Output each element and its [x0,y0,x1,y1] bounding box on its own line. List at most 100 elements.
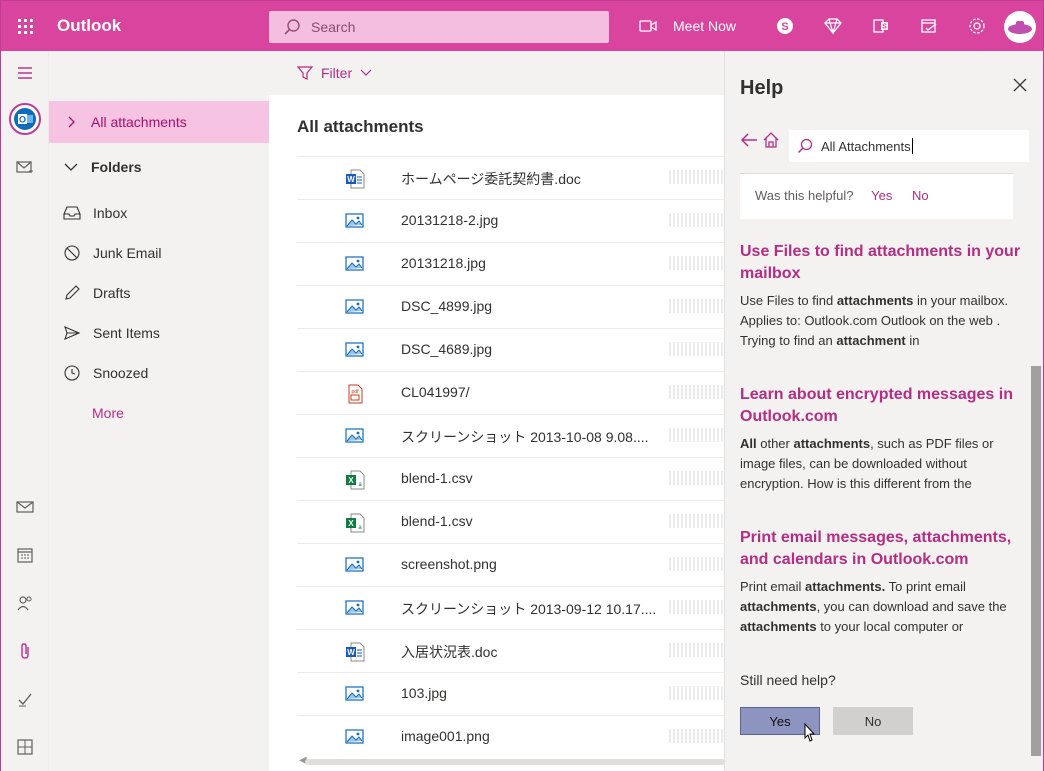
file-row[interactable]: screenshot.png [297,543,724,586]
folder-all-attachments[interactable]: All attachments [49,101,269,143]
file-row[interactable]: pdf CL041997/ [297,371,724,414]
file-row[interactable]: DSC_4899.jpg [297,285,724,328]
help-article-title[interactable]: Use Files to find attachments in your ma… [740,241,1025,285]
collapse-nav-button[interactable] [1,53,49,93]
back-arrow-icon[interactable] [740,132,758,148]
word-file-icon: W [345,169,365,189]
file-row[interactable]: W ホームページ委託契約書.doc [297,156,724,199]
redacted-sender [669,428,724,442]
skype-button[interactable]: S [761,1,809,51]
file-row[interactable]: スクリーンショット 2013-10-08 9.08.... [297,414,724,457]
file-name: DSC_4899.jpg [401,298,493,314]
help-article: Learn about encrypted messages in Outloo… [740,384,1025,494]
help-search-value: All Attachments [821,138,911,154]
list-title: All attachments [297,117,424,136]
folders-heading[interactable]: Folders [49,147,269,187]
file-name: 20131218-2.jpg [401,212,499,228]
help-article-title[interactable]: Print email messages, attachments, and c… [740,527,1025,571]
new-mail-rail-button[interactable] [1,147,49,187]
attachments-main: Filter All attachments W ホームページ委託契約書.doc 2… [269,51,724,771]
mouse-cursor-icon [804,723,816,742]
app-launcher-button[interactable] [1,1,49,51]
folder-inbox[interactable]: Inbox [49,193,269,233]
todo-rail-button[interactable] [1,679,49,719]
file-name: DSC_4689.jpg [401,341,493,357]
redacted-sender [669,686,724,700]
file-name: blend-1.csv [401,470,473,486]
folder-drafts[interactable]: Drafts [49,273,269,313]
files-rail-button[interactable] [1,631,49,671]
folder-label: Drafts [93,285,131,301]
redacted-sender [669,600,724,614]
help-article-title[interactable]: Learn about encrypted messages in Outloo… [740,384,1025,428]
file-row[interactable]: 103.jpg [297,672,724,715]
file-name: CL041997/ [401,384,470,400]
pdf-file-icon: pdf [345,384,365,404]
office-icon: S [873,19,888,33]
helpful-no-link[interactable]: No [912,188,929,203]
svg-text:pdf: pdf [352,389,360,395]
waffle-icon [17,18,33,34]
paperclip-icon [21,643,29,659]
avatar[interactable] [1004,11,1036,43]
home-icon[interactable] [762,131,780,149]
chevron-down-icon [360,69,372,76]
app-name[interactable]: Outlook [57,16,269,36]
file-row[interactable]: 20131218-2.jpg [297,199,724,242]
redacted-sender [669,557,724,571]
filter-button[interactable]: Filter [269,51,724,95]
more-apps-rail-button[interactable] [1,727,49,767]
help-search-input[interactable]: All Attachments [789,130,1030,162]
top-bar: Outlook Search Meet Now S S [1,1,1043,51]
file-row[interactable]: スクリーンショット 2013-09-12 10.17.... [297,586,724,629]
file-row[interactable]: DSC_4689.jpg [297,328,724,371]
my-day-button[interactable] [905,1,953,51]
svg-text:W: W [347,648,355,657]
redacted-sender [669,213,724,227]
help-title: Help [740,77,784,99]
file-list: W ホームページ委託契約書.doc 20131218-2.jpg 20131218.j… [297,156,724,758]
folder-junk-email[interactable]: Junk Email [49,233,269,273]
folder-more-link[interactable]: More [49,393,269,433]
helpful-card: Was this helpful? Yes No [740,173,1013,219]
file-row[interactable]: image001.png [297,715,724,758]
folder-label: Sent Items [93,325,160,341]
office-apps-button[interactable]: S [857,1,905,51]
file-name: 103.jpg [401,685,447,701]
clock-icon [64,365,80,381]
folder-label: Snoozed [93,365,149,381]
mail-icon [16,501,34,513]
chevron-right-icon [68,116,75,128]
redacted-sender [669,729,724,743]
scrollbar-thumb[interactable] [1031,366,1041,756]
file-row[interactable]: Xa blend-1.csv [297,457,724,500]
redacted-sender [669,471,724,485]
still-need-help-no-button[interactable]: No [833,707,913,735]
file-row[interactable]: Xa blend-1.csv [297,500,724,543]
help-vertical-scrollbar[interactable] [1029,51,1043,771]
folder-snoozed[interactable]: Snoozed [49,353,269,393]
mail-rail-button[interactable] [1,487,49,527]
outlook-app-button[interactable]: O [1,99,49,139]
search-box[interactable]: Search [269,11,609,43]
horizontal-scrollbar[interactable] [305,759,724,765]
file-name: ホームページ委託契約書.doc [401,171,581,187]
file-row[interactable]: W 入居状況表.doc [297,629,724,672]
people-icon [17,596,32,611]
checkmark-icon [18,693,32,707]
helpful-yes-link[interactable]: Yes [871,188,892,203]
premium-button[interactable] [809,1,857,51]
help-article-body: All other attachments, such as PDF files… [740,436,994,491]
file-row[interactable]: 20131218.jpg [297,242,724,285]
folder-sent-items[interactable]: Sent Items [49,313,269,353]
redacted-sender [669,385,724,399]
image-file-icon [345,728,365,748]
meet-now-button[interactable]: Meet Now [639,1,736,51]
calendar-rail-button[interactable] [1,535,49,575]
svg-text:O: O [19,115,26,125]
image-file-icon [345,341,365,361]
settings-button[interactable] [953,1,1001,51]
help-article-body: Use Files to find attachments in your ma… [740,293,1009,348]
avatar-image-icon [1008,21,1032,34]
people-rail-button[interactable] [1,583,49,623]
